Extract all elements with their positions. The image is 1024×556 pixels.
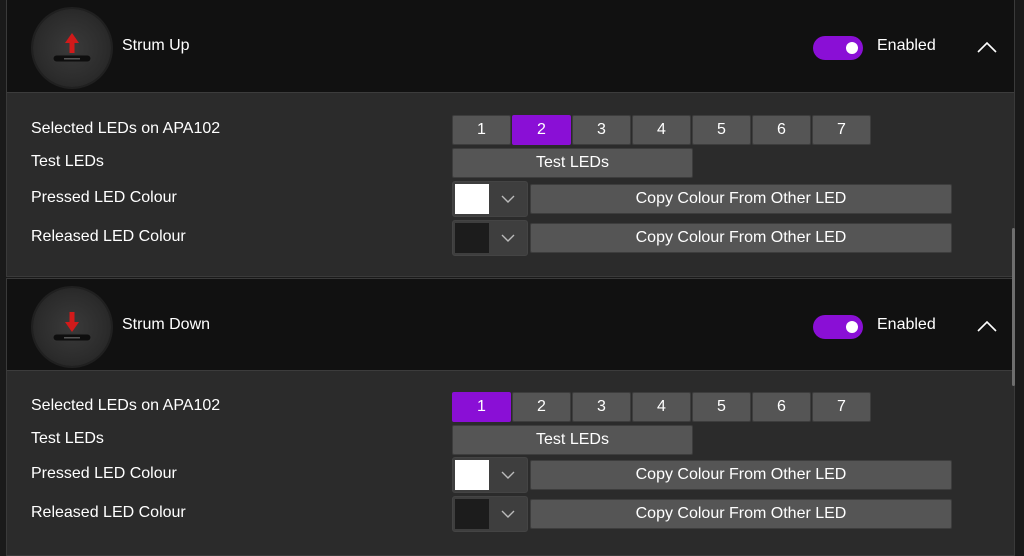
released-colour-swatch: [455, 223, 489, 253]
chevron-down-icon: [501, 234, 515, 242]
led-button-1[interactable]: 1: [452, 115, 511, 145]
strum-down-header[interactable]: Strum Down Enabled: [7, 279, 1014, 371]
chevron-up-icon[interactable]: [975, 316, 999, 336]
chevron-down-icon: [501, 195, 515, 203]
led-button-5[interactable]: 5: [692, 115, 751, 145]
led-button-7[interactable]: 7: [812, 115, 871, 145]
led-button-6[interactable]: 6: [752, 115, 811, 145]
strum-button-icon: [33, 9, 111, 87]
pressed-colour-picker[interactable]: [452, 181, 528, 217]
test-leds-label: Test LEDs: [31, 430, 104, 447]
led-button-4[interactable]: 4: [632, 115, 691, 145]
chevron-down-icon: [501, 510, 515, 518]
led-button-7[interactable]: 7: [812, 392, 871, 422]
test-leds-button[interactable]: Test LEDs: [452, 425, 693, 455]
led-button-2[interactable]: 2: [512, 115, 571, 145]
led-button-5[interactable]: 5: [692, 392, 751, 422]
strum-up-header[interactable]: Strum Up Enabled: [7, 0, 1014, 93]
chevron-down-icon: [501, 471, 515, 479]
enabled-label: Enabled: [877, 316, 936, 333]
copy-pressed-colour-button[interactable]: Copy Colour From Other LED: [530, 184, 952, 214]
led-button-2[interactable]: 2: [512, 392, 571, 422]
toggle-knob: [846, 321, 858, 333]
strum-down-panel: Strum Down Enabled Selected LEDs on APA1…: [6, 278, 1015, 556]
enabled-toggle[interactable]: [813, 315, 863, 339]
pressed-colour-swatch: [455, 184, 489, 214]
test-leds-label: Test LEDs: [31, 153, 104, 170]
selected-leds-label: Selected LEDs on APA102: [31, 397, 221, 414]
strum-button-icon: [33, 288, 111, 366]
panel-title: Strum Down: [122, 316, 211, 333]
test-leds-button[interactable]: Test LEDs: [452, 148, 693, 178]
led-button-4[interactable]: 4: [632, 392, 691, 422]
pressed-led-colour-label: Pressed LED Colour: [31, 189, 177, 206]
led-selector: 1 2 3 4 5 6 7: [452, 392, 871, 422]
pressed-led-colour-label: Pressed LED Colour: [31, 465, 177, 482]
arrow-down-icon: [52, 312, 92, 342]
vertical-scrollbar[interactable]: [1012, 228, 1015, 386]
copy-pressed-colour-button[interactable]: Copy Colour From Other LED: [530, 460, 952, 490]
released-led-colour-label: Released LED Colour: [31, 504, 186, 521]
released-colour-picker[interactable]: [452, 496, 528, 532]
led-button-6[interactable]: 6: [752, 392, 811, 422]
led-button-1[interactable]: 1: [452, 392, 511, 422]
panel-title: Strum Up: [122, 37, 190, 54]
enabled-toggle[interactable]: [813, 36, 863, 60]
led-selector: 1 2 3 4 5 6 7: [452, 115, 871, 145]
copy-released-colour-button[interactable]: Copy Colour From Other LED: [530, 499, 952, 529]
copy-released-colour-button[interactable]: Copy Colour From Other LED: [530, 223, 952, 253]
strum-up-panel: Strum Up Enabled Selected LEDs on APA102…: [6, 0, 1015, 277]
chevron-up-icon[interactable]: [975, 37, 999, 57]
pressed-colour-swatch: [455, 460, 489, 490]
selected-leds-label: Selected LEDs on APA102: [31, 120, 221, 137]
released-colour-picker[interactable]: [452, 220, 528, 256]
led-button-3[interactable]: 3: [572, 115, 631, 145]
released-led-colour-label: Released LED Colour: [31, 228, 186, 245]
enabled-label: Enabled: [877, 37, 936, 54]
released-colour-swatch: [455, 499, 489, 529]
arrow-up-icon: [52, 33, 92, 63]
toggle-knob: [846, 42, 858, 54]
pressed-colour-picker[interactable]: [452, 457, 528, 493]
led-button-3[interactable]: 3: [572, 392, 631, 422]
